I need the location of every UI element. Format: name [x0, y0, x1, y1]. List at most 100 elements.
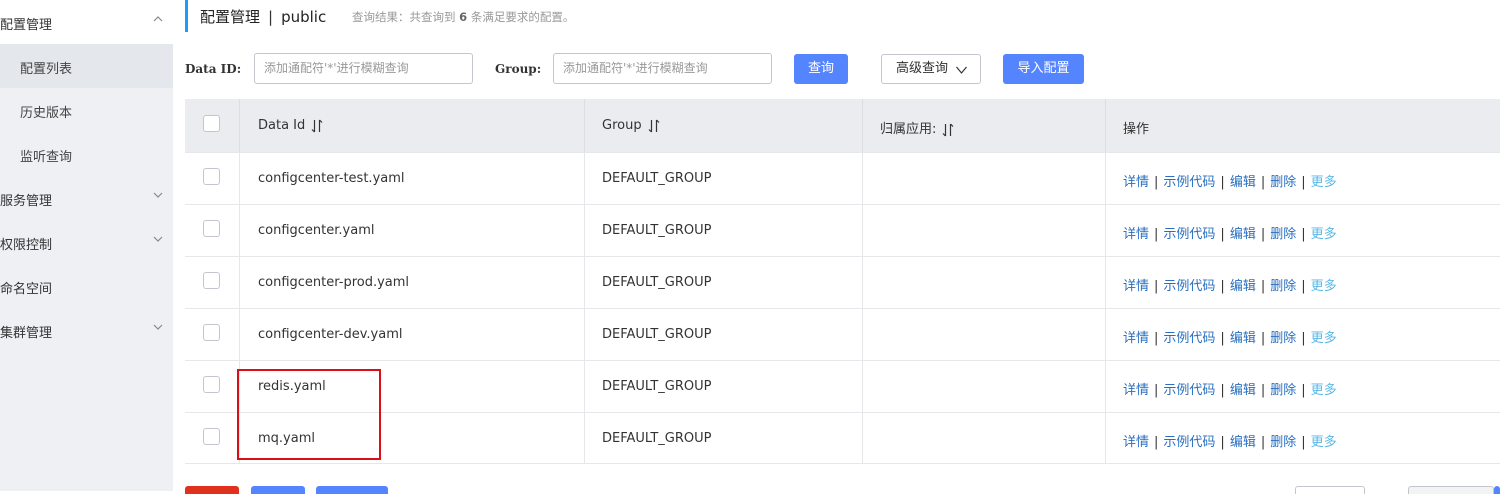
sample-code-link[interactable]: 示例代码	[1163, 331, 1215, 346]
table-row: configcenter-prod.yaml DEFAULT_GROUP 详情 | 示例…	[185, 256, 1500, 308]
details-link[interactable]: 详情	[1123, 331, 1149, 346]
row-actions: 详情 | 示例代码 | 编辑 | 删除 | 更多	[1123, 223, 1337, 242]
cell-group: DEFAULT_GROUP	[602, 327, 712, 342]
cell-group: DEFAULT_GROUP	[602, 275, 712, 290]
page-title-bar: 配置管理 | public	[185, 0, 326, 32]
delete-link[interactable]: 删除	[1270, 279, 1296, 294]
delete-link[interactable]: 删除	[1270, 331, 1296, 346]
edit-link[interactable]: 编辑	[1230, 383, 1256, 398]
action-separator: |	[1260, 383, 1266, 398]
more-link[interactable]: 更多	[1311, 331, 1337, 346]
sidebar-group-config[interactable]: 配置管理	[0, 0, 173, 44]
action-separator: |	[1220, 331, 1225, 346]
header-app-label: 归属应用:	[880, 122, 937, 137]
action-separator: |	[1220, 279, 1225, 294]
sidebar-group-namespace[interactable]: 命名空间	[0, 264, 173, 308]
action-separator: |	[1260, 279, 1266, 294]
edit-link[interactable]: 编辑	[1230, 435, 1256, 450]
data-id-label: Data ID:	[185, 62, 242, 76]
sort-icon[interactable]	[311, 119, 323, 133]
action-separator: |	[1301, 435, 1306, 450]
action-separator: |	[1220, 175, 1225, 190]
query-button[interactable]: 查询	[794, 54, 848, 84]
row-checkbox[interactable]	[203, 324, 220, 341]
row-checkbox[interactable]	[203, 272, 220, 289]
action-separator: |	[1301, 383, 1306, 398]
group-label: Group:	[495, 62, 542, 76]
row-checkbox[interactable]	[203, 428, 220, 445]
action-separator: |	[1154, 279, 1159, 294]
header-data-id[interactable]: Data Id	[258, 118, 323, 133]
header-app[interactable]: 归属应用:	[880, 118, 954, 137]
more-link[interactable]: 更多	[1311, 435, 1337, 450]
cell-data-id: configcenter.yaml	[258, 223, 375, 238]
sample-code-link[interactable]: 示例代码	[1163, 383, 1215, 398]
sidebar-item-listener-query[interactable]: 监听查询	[0, 132, 173, 176]
sample-code-link[interactable]: 示例代码	[1163, 227, 1215, 242]
sample-code-link[interactable]: 示例代码	[1163, 279, 1215, 294]
delete-selected-button[interactable]	[185, 486, 239, 494]
details-link[interactable]: 详情	[1123, 227, 1149, 242]
data-id-input[interactable]: 添加通配符'*'进行模糊查询	[254, 53, 473, 84]
sample-code-link[interactable]: 示例代码	[1163, 175, 1215, 190]
edit-link[interactable]: 编辑	[1230, 279, 1256, 294]
delete-link[interactable]: 删除	[1270, 383, 1296, 398]
edit-link[interactable]: 编辑	[1230, 175, 1256, 190]
table-row: configcenter.yaml DEFAULT_GROUP 详情 | 示例代码 | 编辑…	[185, 204, 1500, 256]
delete-link[interactable]: 删除	[1270, 435, 1296, 450]
sidebar-item-history[interactable]: 历史版本	[0, 88, 173, 132]
edit-link[interactable]: 编辑	[1230, 227, 1256, 242]
row-actions: 详情 | 示例代码 | 编辑 | 删除 | 更多	[1123, 431, 1337, 450]
clone-button[interactable]	[316, 486, 388, 494]
action-separator: |	[1220, 435, 1225, 450]
sort-icon[interactable]	[648, 119, 660, 133]
more-link[interactable]: 更多	[1311, 175, 1337, 190]
cell-data-id: configcenter-dev.yaml	[258, 327, 403, 342]
title-separator: |	[268, 8, 274, 26]
advanced-query-button[interactable]: 高级查询	[881, 54, 981, 84]
sidebar-group-service[interactable]: 服务管理	[0, 176, 173, 220]
sidebar-item-config-list[interactable]: 配置列表	[0, 44, 173, 88]
sort-icon[interactable]	[942, 123, 954, 137]
page-size-select[interactable]	[1295, 486, 1365, 494]
row-actions: 详情 | 示例代码 | 编辑 | 删除 | 更多	[1123, 275, 1337, 294]
export-selected-button[interactable]	[251, 486, 305, 494]
table-row: mq.yaml DEFAULT_GROUP 详情 | 示例代码 | 编辑 | 删除 | 更多	[185, 412, 1500, 464]
pagination-prev-button[interactable]	[1408, 486, 1494, 494]
details-link[interactable]: 详情	[1123, 383, 1149, 398]
delete-link[interactable]: 删除	[1270, 227, 1296, 242]
cell-group: DEFAULT_GROUP	[602, 223, 712, 238]
details-link[interactable]: 详情	[1123, 279, 1149, 294]
action-separator: |	[1154, 227, 1159, 242]
row-checkbox[interactable]	[203, 376, 220, 393]
pagination-current-page[interactable]	[1494, 486, 1500, 494]
sidebar-group-auth[interactable]: 权限控制	[0, 220, 173, 264]
result-suffix: 条满足要求的配置。	[470, 10, 575, 24]
sample-code-link[interactable]: 示例代码	[1163, 435, 1215, 450]
chevron-down-icon	[153, 236, 163, 242]
action-separator: |	[1154, 383, 1159, 398]
import-config-button[interactable]: 导入配置	[1003, 54, 1084, 84]
more-link[interactable]: 更多	[1311, 279, 1337, 294]
header-group[interactable]: Group	[602, 118, 660, 133]
sidebar-group-label: 集群管理	[0, 326, 53, 341]
row-actions: 详情 | 示例代码 | 编辑 | 删除 | 更多	[1123, 327, 1337, 346]
delete-link[interactable]: 删除	[1270, 175, 1296, 190]
more-link[interactable]: 更多	[1311, 383, 1337, 398]
details-link[interactable]: 详情	[1123, 435, 1149, 450]
sidebar-item-label: 历史版本	[20, 106, 73, 121]
cell-data-id: configcenter-test.yaml	[258, 171, 405, 186]
table-row: configcenter-dev.yaml DEFAULT_GROUP 详情 | 示例代…	[185, 308, 1500, 360]
action-separator: |	[1154, 175, 1159, 190]
row-checkbox[interactable]	[203, 220, 220, 237]
row-checkbox[interactable]	[203, 168, 220, 185]
header-group-label: Group	[602, 118, 642, 133]
group-input[interactable]: 添加通配符'*'进行模糊查询	[553, 53, 772, 84]
select-all-checkbox[interactable]	[203, 115, 220, 132]
result-prefix: 查询结果：共查询到	[352, 10, 456, 24]
group-placeholder: 添加通配符'*'进行模糊查询	[563, 61, 708, 75]
edit-link[interactable]: 编辑	[1230, 331, 1256, 346]
details-link[interactable]: 详情	[1123, 175, 1149, 190]
sidebar-group-cluster[interactable]: 集群管理	[0, 308, 173, 352]
more-link[interactable]: 更多	[1311, 227, 1337, 242]
